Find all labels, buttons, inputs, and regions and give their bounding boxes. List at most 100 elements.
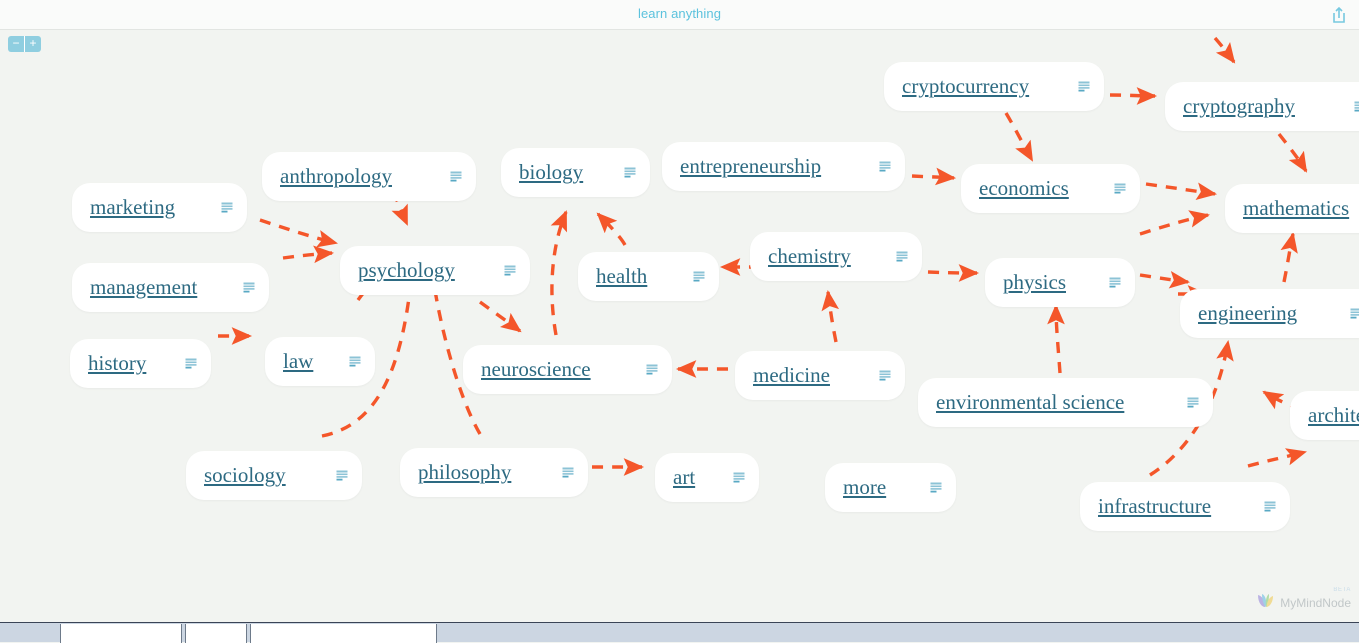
- mindmap-node-chemistry[interactable]: chemistry: [750, 232, 922, 281]
- mindmap-node-biology[interactable]: biology: [501, 148, 650, 197]
- node-label: entrepreneurship: [680, 156, 821, 177]
- mindmap-node-infrastructure[interactable]: infrastructure: [1080, 482, 1290, 531]
- node-label: cryptography: [1183, 96, 1295, 117]
- note-icon[interactable]: [1056, 81, 1090, 92]
- document-title: learn anything: [0, 6, 1359, 21]
- mindmap-node-architecture[interactable]: architecture: [1290, 391, 1359, 440]
- edge-economics-to-mathematics: [1146, 184, 1215, 194]
- node-label: chemistry: [768, 246, 851, 267]
- node-label: sociology: [204, 465, 286, 486]
- mindmap-node-psychology[interactable]: psychology: [340, 246, 530, 295]
- node-label: mathematics: [1243, 198, 1349, 219]
- share-icon[interactable]: [1327, 4, 1351, 26]
- node-label: economics: [979, 178, 1069, 199]
- mindmap-node-sociology[interactable]: sociology: [186, 451, 362, 500]
- node-label: engineering: [1198, 303, 1297, 324]
- mindmap-node-cryptocurrency[interactable]: cryptocurrency: [884, 62, 1104, 111]
- node-label: philosophy: [418, 462, 511, 483]
- mindmap-node-philosophy[interactable]: philosophy: [400, 448, 588, 497]
- mindmap-node-economics[interactable]: economics: [961, 164, 1140, 213]
- edge-physics-to-mathematics: [1140, 215, 1208, 234]
- beta-badge: BETA: [1333, 587, 1351, 593]
- node-label: management: [90, 277, 197, 298]
- mindmap-node-cryptography[interactable]: cryptography: [1165, 82, 1359, 131]
- mindmap-node-art[interactable]: art: [655, 453, 759, 502]
- node-label: anthropology: [280, 166, 392, 187]
- edge-neuroscience-to-biology: [552, 212, 566, 335]
- note-icon[interactable]: [428, 171, 462, 182]
- node-label: more: [843, 477, 886, 498]
- edge-entrepreneurship-to-economics: [912, 176, 954, 178]
- note-icon[interactable]: [874, 251, 908, 262]
- note-icon[interactable]: [1242, 501, 1276, 512]
- note-icon[interactable]: [908, 482, 942, 493]
- watermark-label: MyMindNodeBETA: [1280, 596, 1351, 610]
- taskbar-window-3[interactable]: [250, 624, 437, 643]
- mindmap-node-entrepreneurship[interactable]: entrepreneurship: [662, 142, 905, 191]
- note-icon[interactable]: [602, 167, 636, 178]
- mindmap-node-environmental-science[interactable]: environmental science: [918, 378, 1213, 427]
- note-icon[interactable]: [482, 265, 516, 276]
- node-label: environmental science: [936, 392, 1124, 413]
- note-icon[interactable]: [1332, 101, 1359, 112]
- zoom-in-button[interactable]: +: [24, 36, 41, 52]
- node-label: infrastructure: [1098, 496, 1211, 517]
- mindmap-node-neuroscience[interactable]: neuroscience: [463, 345, 672, 394]
- taskbar-window-1[interactable]: [60, 624, 182, 643]
- note-icon[interactable]: [199, 202, 233, 213]
- edge-management-to-psychology: [283, 253, 332, 258]
- note-icon[interactable]: [163, 358, 197, 369]
- note-icon[interactable]: [1165, 397, 1199, 408]
- edge-environmental-science-to-physics: [1056, 306, 1060, 373]
- mindmap-node-engineering[interactable]: engineering: [1180, 289, 1359, 338]
- node-label: marketing: [90, 197, 175, 218]
- mindmap-node-medicine[interactable]: medicine: [735, 351, 905, 400]
- note-icon[interactable]: [1092, 183, 1126, 194]
- note-icon[interactable]: [327, 356, 361, 367]
- note-icon[interactable]: [857, 370, 891, 381]
- mymindnode-watermark: MyMindNodeBETA: [1256, 591, 1351, 614]
- mindmap-node-more[interactable]: more: [825, 463, 956, 512]
- edge-offscreen-top-to-cryptography: [1215, 38, 1234, 62]
- mindmap-node-health[interactable]: health: [578, 252, 719, 301]
- edge-chemistry-to-physics: [928, 272, 977, 273]
- note-icon[interactable]: [711, 472, 745, 483]
- note-icon[interactable]: [1328, 308, 1359, 319]
- node-label: health: [596, 266, 647, 287]
- taskbar-strip[interactable]: [0, 622, 1359, 642]
- node-label: biology: [519, 162, 583, 183]
- note-icon[interactable]: [1087, 277, 1121, 288]
- mindmap-node-management[interactable]: management: [72, 263, 269, 312]
- node-label: architecture: [1308, 405, 1359, 426]
- mindmap-node-history[interactable]: history: [70, 339, 211, 388]
- note-icon[interactable]: [540, 467, 574, 478]
- edge-cryptocurrency-to-economics: [1006, 113, 1032, 160]
- node-label: physics: [1003, 272, 1066, 293]
- node-label: art: [673, 467, 695, 488]
- node-label: psychology: [358, 260, 455, 281]
- mindmap-node-mathematics[interactable]: mathematics: [1225, 184, 1359, 233]
- zoom-out-button[interactable]: −: [8, 36, 24, 52]
- node-label: neuroscience: [481, 359, 591, 380]
- node-label: cryptocurrency: [902, 76, 1029, 97]
- node-label: law: [283, 351, 313, 372]
- leaf-logo-icon: [1256, 591, 1276, 614]
- mindmap-node-anthropology[interactable]: anthropology: [262, 152, 476, 201]
- node-label: history: [88, 353, 146, 374]
- mindmap-node-law[interactable]: law: [265, 337, 375, 386]
- mindmap-node-physics[interactable]: physics: [985, 258, 1135, 307]
- note-icon[interactable]: [857, 161, 891, 172]
- mindmap-canvas[interactable]: cryptocurrency cryptography entrepreneursh…: [0, 30, 1359, 622]
- edge-physics-to-engineering: [1140, 275, 1188, 282]
- note-icon[interactable]: [221, 282, 255, 293]
- zoom-controls[interactable]: − +: [8, 36, 41, 52]
- taskbar-window-2[interactable]: [185, 624, 247, 643]
- note-icon[interactable]: [314, 470, 348, 481]
- edge-cryptography-to-mathematics: [1279, 134, 1306, 171]
- mindmap-node-marketing[interactable]: marketing: [72, 183, 247, 232]
- note-icon[interactable]: [671, 271, 705, 282]
- edge-health-to-biology: [598, 214, 625, 245]
- edge-layer: [0, 30, 1359, 622]
- note-icon[interactable]: [624, 364, 658, 375]
- edge-infrastructure-to-architecture: [1248, 452, 1305, 466]
